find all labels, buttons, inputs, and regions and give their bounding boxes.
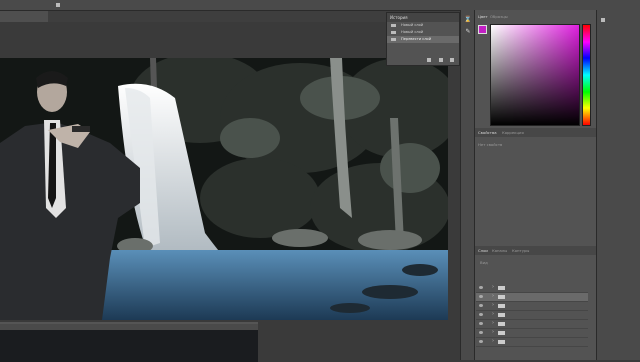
folder-icon (498, 322, 505, 326)
tab-color[interactable]: Цвет (478, 14, 488, 19)
secondary-document-title[interactable] (0, 324, 258, 330)
document-tab[interactable] (0, 11, 48, 22)
history-item[interactable]: Новый слой (387, 29, 459, 36)
history-panel: История Новый слой Новый слой Перевести … (386, 12, 460, 66)
history-trash-icon[interactable] (450, 58, 454, 62)
collapsed-panel-dock (596, 10, 640, 360)
tab-adjustments[interactable]: Коррекция (502, 130, 524, 135)
canvas-image (0, 58, 448, 320)
layer-row-selected[interactable]: › (476, 293, 588, 302)
brush-panel-icon[interactable]: ✎ (464, 28, 472, 35)
document-canvas[interactable] (0, 58, 448, 320)
tab-layers[interactable]: Слои (478, 248, 488, 253)
eye-icon[interactable] (479, 322, 483, 325)
history-item-active[interactable]: Перевести слой (387, 36, 459, 43)
folder-icon (498, 340, 505, 344)
hue-slider[interactable] (582, 24, 591, 126)
tab-paths[interactable]: Контуры (512, 248, 529, 253)
history-state-icon (391, 31, 396, 34)
eye-icon[interactable] (479, 331, 483, 334)
chevron-right-icon[interactable]: › (492, 284, 494, 290)
history-panel-icon[interactable]: ⌛ (464, 16, 472, 23)
layer-row[interactable]: › (476, 284, 588, 293)
eye-icon[interactable] (479, 295, 483, 298)
chevron-right-icon[interactable]: › (492, 338, 494, 344)
history-item-label: Новый слой (401, 30, 424, 34)
history-item[interactable]: Новый слой (387, 22, 459, 29)
history-item-label: Новый слой (401, 23, 424, 27)
history-state-icon (391, 24, 396, 27)
layer-row[interactable]: › (476, 311, 588, 320)
folder-icon (498, 313, 505, 317)
folder-icon (498, 286, 505, 290)
foreground-color-swatch[interactable] (478, 25, 487, 34)
chevron-right-icon[interactable]: › (492, 293, 494, 299)
layer-row[interactable]: › (476, 329, 588, 338)
eye-icon[interactable] (479, 313, 483, 316)
panel-dock-icon[interactable] (601, 18, 605, 22)
folder-icon (498, 304, 505, 308)
folder-icon (498, 331, 505, 335)
layer-filter-label[interactable]: Вид (480, 260, 488, 265)
tab-channels[interactable]: Каналы (492, 248, 507, 253)
chevron-right-icon[interactable]: › (492, 311, 494, 317)
history-new-doc-icon[interactable] (439, 58, 443, 62)
chevron-right-icon[interactable]: › (492, 329, 494, 335)
history-state-icon (391, 38, 396, 41)
tab-swatches[interactable]: Образцы (490, 14, 508, 19)
chevron-right-icon[interactable]: › (492, 320, 494, 326)
chevron-right-icon[interactable]: › (492, 302, 494, 308)
eye-icon[interactable] (479, 286, 483, 289)
history-panel-title[interactable]: История (387, 13, 459, 22)
eye-icon[interactable] (479, 304, 483, 307)
properties-empty-text: Нет свойств (478, 142, 503, 147)
layer-row[interactable]: › (476, 302, 588, 311)
layer-row[interactable]: › (476, 338, 588, 347)
history-item-label: Перевести слой (401, 37, 432, 41)
tool-preset-icon[interactable] (56, 3, 60, 7)
tab-properties[interactable]: Свойства (478, 130, 497, 135)
color-picker-field[interactable] (490, 24, 580, 126)
folder-icon (498, 295, 505, 299)
layer-row[interactable]: › (476, 320, 588, 329)
tool-strip: ⌛ ✎ (460, 10, 475, 360)
secondary-document-window[interactable] (0, 322, 258, 362)
eye-icon[interactable] (479, 340, 483, 343)
history-snapshot-icon[interactable] (427, 58, 431, 62)
